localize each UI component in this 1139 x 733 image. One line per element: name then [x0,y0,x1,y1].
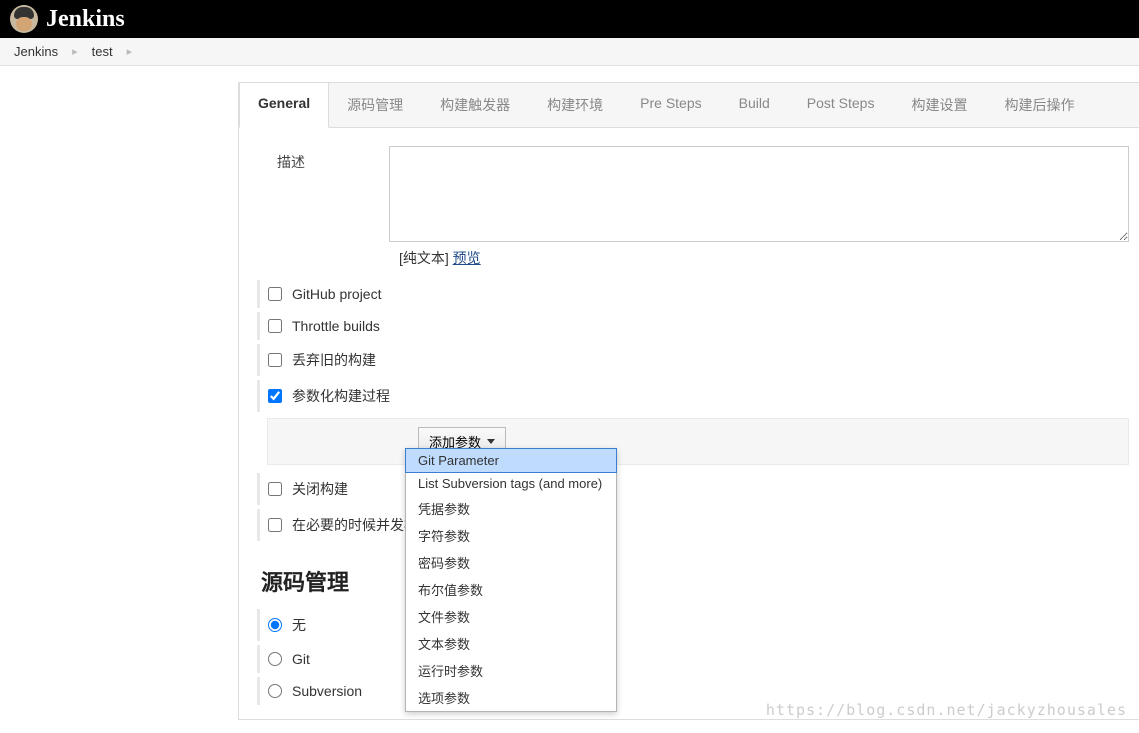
checkbox-throttle-builds[interactable] [268,319,282,333]
dropdown-item-text[interactable]: 文本参数 [406,630,616,657]
dropdown-item-run[interactable]: 运行时参数 [406,657,616,684]
option-label[interactable]: Throttle builds [292,318,380,334]
option-concurrent-build[interactable]: 在必要的时候并发构建 [257,509,1129,541]
option-discard-old[interactable]: 丢弃旧的构建 [257,344,1129,376]
tab-post-steps[interactable]: Post Steps [789,83,894,127]
tab-build[interactable]: Build [721,83,789,127]
option-disable-build[interactable]: 关闭构建 [257,473,1129,505]
preview-link[interactable]: 预览 [453,250,481,266]
chevron-right-icon: ▸ [127,45,133,58]
option-label[interactable]: Subversion [292,683,362,699]
top-header: Jenkins [0,0,1139,38]
dropdown-item-boolean[interactable]: 布尔值参数 [406,576,616,603]
tab-triggers[interactable]: 构建触发器 [422,83,529,127]
option-label[interactable]: GitHub project [292,286,381,302]
breadcrumb-item-test[interactable]: test [92,44,113,59]
checkbox-github-project[interactable] [268,287,282,301]
checkbox-discard-old[interactable] [268,353,282,367]
option-label[interactable]: 参数化构建过程 [292,386,390,406]
tab-general[interactable]: General [239,82,329,128]
radio-scm-none[interactable] [268,618,282,632]
radio-scm-git[interactable] [268,652,282,666]
scm-option-none[interactable]: 无 [257,609,1129,641]
jenkins-logo[interactable]: Jenkins [10,5,125,33]
chevron-right-icon: ▸ [72,45,78,58]
scm-heading: 源码管理 [249,545,1129,609]
description-row: 描述 [249,146,1129,242]
breadcrumb: Jenkins ▸ test ▸ [0,38,1139,66]
description-label: 描述 [249,146,389,172]
add-parameter-row: 添加参数 [267,418,1129,465]
tab-post-build[interactable]: 构建后操作 [986,83,1093,127]
description-textarea[interactable] [389,146,1129,242]
config-tabs: General 源码管理 构建触发器 构建环境 Pre Steps Build … [239,83,1139,128]
dropdown-item-string[interactable]: 字符参数 [406,522,616,549]
format-prefix: [纯文本] [399,250,453,266]
option-label[interactable]: 关闭构建 [292,479,348,499]
tab-pre-steps[interactable]: Pre Steps [622,83,720,127]
option-parameterized[interactable]: 参数化构建过程 [257,380,1129,412]
checkbox-concurrent-build[interactable] [268,518,282,532]
option-github-project[interactable]: GitHub project [257,280,1129,308]
scm-option-subversion[interactable]: Subversion [257,677,1129,705]
add-parameter-dropdown: Git Parameter List Subversion tags (and … [405,448,617,712]
dropdown-item-password[interactable]: 密码参数 [406,549,616,576]
config-panel: General 源码管理 构建触发器 构建环境 Pre Steps Build … [238,82,1139,720]
option-label[interactable]: Git [292,651,310,667]
format-hint: [纯文本] 预览 [399,248,1129,268]
radio-scm-subversion[interactable] [268,684,282,698]
dropdown-item-credentials[interactable]: 凭据参数 [406,495,616,522]
option-label[interactable]: 无 [292,615,306,635]
caret-down-icon [487,439,495,444]
scm-option-git[interactable]: Git [257,645,1129,673]
general-section: 描述 [纯文本] 预览 GitHub project Throttle buil… [239,128,1139,719]
dropdown-item-file[interactable]: 文件参数 [406,603,616,630]
brand-text: Jenkins [46,6,125,33]
dropdown-item-svn-tags[interactable]: List Subversion tags (and more) [406,472,616,495]
breadcrumb-item-jenkins[interactable]: Jenkins [14,44,58,59]
jenkins-mascot-icon [10,5,38,33]
option-label[interactable]: 丢弃旧的构建 [292,350,376,370]
tab-build-env[interactable]: 构建环境 [529,83,622,127]
dropdown-item-choice[interactable]: 选项参数 [406,684,616,711]
checkbox-disable-build[interactable] [268,482,282,496]
dropdown-item-git-parameter[interactable]: Git Parameter [405,448,617,473]
option-throttle-builds[interactable]: Throttle builds [257,312,1129,340]
tab-scm[interactable]: 源码管理 [329,83,422,127]
tab-build-settings[interactable]: 构建设置 [893,83,986,127]
checkbox-parameterized[interactable] [268,389,282,403]
